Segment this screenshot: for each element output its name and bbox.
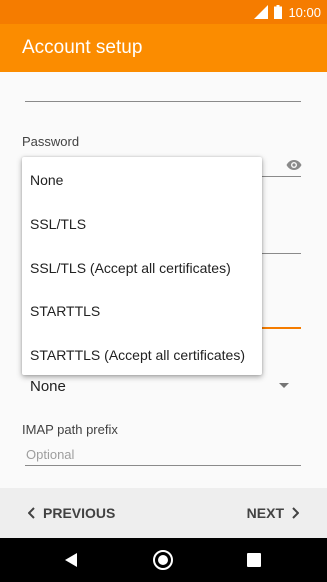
previous-button[interactable]: PREVIOUS bbox=[28, 505, 115, 521]
next-button[interactable]: NEXT bbox=[247, 505, 299, 521]
eye-icon[interactable] bbox=[286, 159, 302, 171]
signal-icon bbox=[254, 5, 269, 19]
next-label: NEXT bbox=[246, 505, 284, 521]
battery-icon bbox=[274, 5, 283, 19]
dropdown-option-starttls[interactable]: STARTTLS bbox=[30, 303, 100, 319]
imap-prefix-label: IMAP path prefix bbox=[22, 422, 118, 437]
dropdown-option-ssl-tls-accept-all[interactable]: SSL/TLS (Accept all certificates) bbox=[30, 260, 231, 276]
page-title: Account setup bbox=[22, 37, 143, 58]
recents-icon[interactable] bbox=[247, 553, 261, 567]
status-icons: 10:00 bbox=[254, 0, 321, 24]
app-bar: Account setup bbox=[0, 24, 327, 72]
status-bar: 10:00 bbox=[0, 0, 327, 24]
field-underline-top bbox=[25, 101, 301, 102]
system-nav-bar bbox=[0, 538, 327, 582]
chevron-left-icon bbox=[28, 507, 35, 519]
dropdown-option-none[interactable]: None bbox=[30, 172, 63, 188]
home-icon[interactable] bbox=[153, 550, 173, 570]
back-icon[interactable] bbox=[64, 553, 78, 567]
imap-prefix-input[interactable]: Optional bbox=[26, 447, 74, 462]
status-time: 10:00 bbox=[288, 4, 321, 20]
imap-prefix-underline bbox=[25, 465, 301, 466]
dropdown-option-starttls-accept-all[interactable]: STARTTLS (Accept all certificates) bbox=[30, 347, 245, 363]
previous-label: PREVIOUS bbox=[43, 505, 116, 521]
dropdown-arrow-icon[interactable] bbox=[279, 383, 289, 388]
bottom-action-bar: PREVIOUS NEXT bbox=[0, 488, 327, 538]
password-label: Password bbox=[22, 134, 80, 149]
security-select-value[interactable]: None bbox=[30, 378, 66, 395]
security-dropdown-menu: None SSL/TLS SSL/TLS (Accept all certifi… bbox=[22, 157, 262, 375]
chevron-right-icon bbox=[292, 507, 299, 519]
dropdown-option-ssl-tls[interactable]: SSL/TLS bbox=[30, 216, 86, 232]
